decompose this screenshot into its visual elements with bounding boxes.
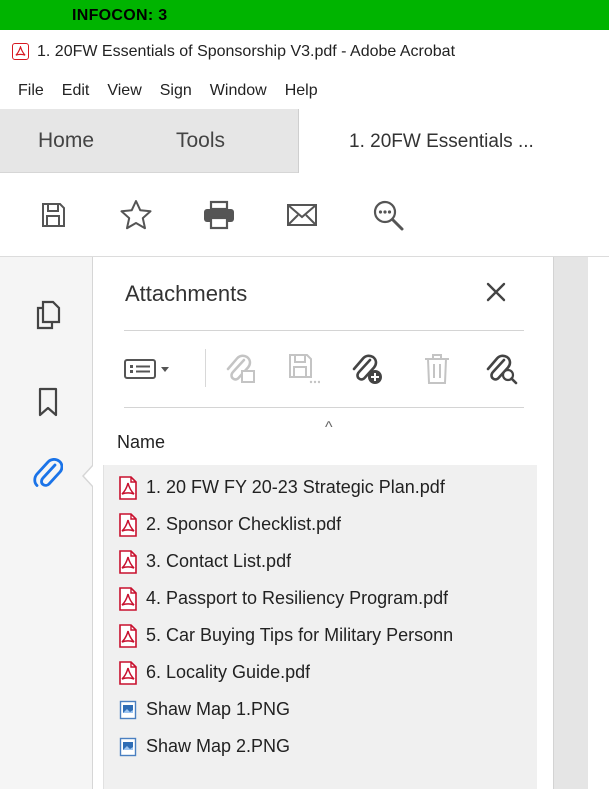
file-name: Shaw Map 1.PNG — [146, 699, 291, 719]
page-thumbnails-icon[interactable] — [30, 297, 66, 333]
image-file-icon — [118, 735, 138, 759]
menu-window[interactable]: Window — [210, 82, 267, 100]
menu-file[interactable]: File — [18, 82, 44, 100]
bookmarks-icon[interactable] — [30, 384, 66, 420]
pdf-file-icon — [118, 512, 138, 537]
file-name: 4. Passport to Resiliency Program.pdf — [146, 588, 449, 608]
open-attachment-icon[interactable] — [221, 349, 261, 389]
email-icon[interactable] — [282, 195, 322, 235]
add-attachment-icon[interactable] — [347, 349, 387, 389]
sort-indicator[interactable]: ^ — [325, 419, 333, 437]
menu-help[interactable]: Help — [285, 82, 318, 100]
print-icon[interactable] — [199, 195, 239, 235]
list-item[interactable]: 2. Sponsor Checklist.pdf — [104, 506, 538, 543]
document-scroll-area[interactable] — [553, 257, 588, 789]
attachments-list: ^ Name 1. 20 FW FY 20-23 Strategic Plan.… — [103, 419, 537, 789]
pdf-file-icon — [118, 475, 138, 500]
file-name: 1. 20 FW FY 20-23 Strategic Plan.pdf — [146, 477, 445, 497]
delete-attachment-icon[interactable] — [417, 349, 457, 389]
file-name: 5. Car Buying Tips for Military Personn — [146, 625, 454, 645]
file-name: 3. Contact List.pdf — [146, 551, 292, 571]
list-item[interactable]: 3. Contact List.pdf — [104, 543, 538, 580]
menu-bar: File Edit View Sign Window Help — [0, 73, 609, 109]
infocon-label: INFOCON: 3 — [72, 7, 168, 24]
tab-row: Home Tools 1. 20FW Essentials ... — [0, 109, 609, 174]
list-header: ^ Name — [103, 419, 537, 465]
list-item[interactable]: 1. 20 FW FY 20-23 Strategic Plan.pdf — [104, 469, 538, 506]
list-item[interactable]: 4. Passport to Resiliency Program.pdf — [104, 580, 538, 617]
pdf-file-icon — [118, 586, 138, 611]
options-menu-icon[interactable] — [119, 349, 179, 389]
file-name: 6. Locality Guide.pdf — [146, 662, 311, 682]
panel-divider-bottom — [124, 407, 524, 408]
pdf-file-icon — [118, 623, 138, 648]
infocon-banner: INFOCON: 3 — [0, 0, 609, 30]
list-item[interactable]: Shaw Map 1.PNG — [104, 691, 538, 728]
menu-view[interactable]: View — [107, 82, 141, 100]
pdf-file-icon — [118, 660, 138, 685]
panel-divider-top — [124, 330, 524, 331]
close-icon[interactable] — [483, 279, 509, 305]
tab-document[interactable]: 1. 20FW Essentials ... — [298, 109, 609, 174]
menu-edit[interactable]: Edit — [62, 82, 90, 100]
zoom-search-icon[interactable] — [368, 195, 408, 235]
image-file-icon — [118, 698, 138, 722]
tab-tools[interactable]: Tools — [176, 109, 225, 173]
list-item[interactable]: Shaw Map 2.PNG — [104, 728, 538, 765]
panel-title: Attachments — [125, 281, 248, 306]
save-icon[interactable] — [33, 195, 73, 235]
main-toolbar — [0, 173, 609, 257]
menu-sign[interactable]: Sign — [160, 82, 192, 100]
file-name: Shaw Map 2.PNG — [146, 736, 291, 756]
pdf-file-icon — [118, 549, 138, 574]
file-name: 2. Sponsor Checklist.pdf — [146, 514, 342, 534]
column-header-name[interactable]: Name — [117, 432, 165, 453]
navigation-rail — [0, 257, 93, 789]
list-body: 1. 20 FW FY 20-23 Strategic Plan.pdf 2. S… — [103, 465, 537, 789]
search-attachment-icon[interactable] — [481, 349, 521, 389]
attachments-paperclip-icon[interactable] — [30, 455, 66, 491]
bookmark-star-icon[interactable] — [116, 195, 156, 235]
document-edge — [588, 257, 609, 789]
acrobat-icon — [12, 43, 29, 60]
tab-home[interactable]: Home — [38, 109, 94, 173]
window-titlebar: 1. 20FW Essentials of Sponsorship V3.pdf… — [0, 30, 609, 73]
save-attachment-icon[interactable] — [283, 349, 323, 389]
attachments-panel: Attachments ^ Name 1. 20 FW FY 20-23 Str… — [93, 257, 553, 789]
toolbar-separator — [205, 349, 206, 387]
list-item[interactable]: 6. Locality Guide.pdf — [104, 654, 538, 691]
list-item[interactable]: 5. Car Buying Tips for Military Personn — [104, 617, 538, 654]
window-title: 1. 20FW Essentials of Sponsorship V3.pdf… — [37, 42, 456, 60]
